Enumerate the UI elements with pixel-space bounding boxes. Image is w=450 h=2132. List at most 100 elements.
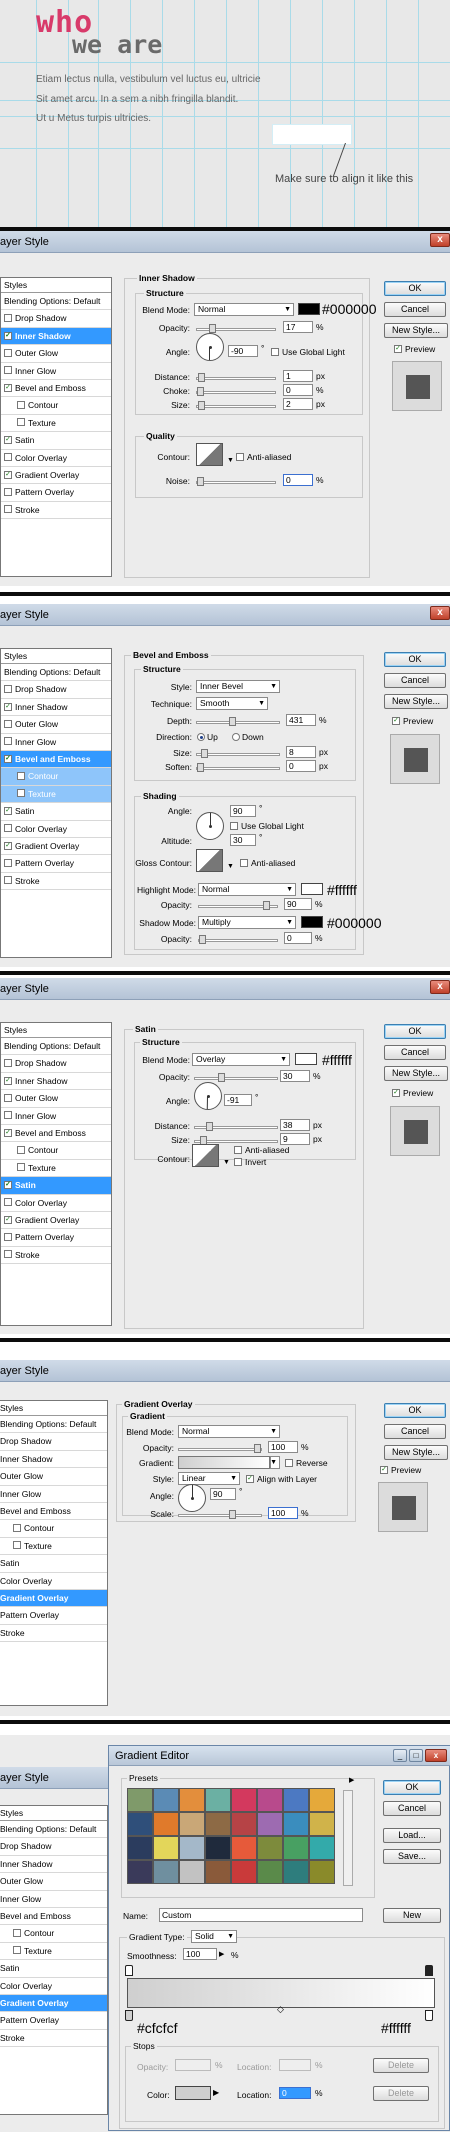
checkbox-unchecked-icon[interactable] [17, 401, 25, 410]
checkbox-checked-icon[interactable]: ✓ [4, 1215, 12, 1224]
depth-slider[interactable] [196, 717, 280, 726]
use-global-light-checkbox[interactable]: Use Global Light [271, 347, 345, 357]
checkbox-unchecked-icon[interactable] [4, 876, 12, 885]
size-slider[interactable] [196, 401, 276, 410]
style-item-gradient-overlay[interactable]: ✓ Gradient Overlay [1, 467, 111, 485]
cancel-button[interactable]: Cancel [384, 673, 446, 688]
color-location-input[interactable]: 0 [279, 2087, 311, 2099]
preset-swatch[interactable] [179, 1788, 205, 1812]
style-item-satin[interactable]: ✓ Satin [1, 1177, 111, 1195]
preset-swatch[interactable] [127, 1860, 153, 1884]
new-style-button[interactable]: New Style... [384, 1445, 448, 1460]
new-style-button[interactable]: New Style... [384, 323, 448, 338]
shadow-opacity-slider[interactable] [198, 935, 278, 944]
gradient-picker-dropdown[interactable]: ▼ [270, 1456, 280, 1469]
preset-swatch[interactable] [127, 1836, 153, 1860]
presets-scrollbar[interactable] [343, 1790, 353, 1886]
presets-grid[interactable] [127, 1788, 335, 1884]
style-item-bevel-and-emboss[interactable]: ✓ Bevel and Emboss [1, 380, 111, 398]
use-global-light-checkbox[interactable]: Use Global Light [230, 821, 304, 831]
preset-swatch[interactable] [283, 1788, 309, 1812]
slider-thumb[interactable] [262, 901, 270, 910]
slider-thumb[interactable] [206, 1122, 214, 1131]
ok-button[interactable]: OK [383, 1780, 441, 1795]
preset-swatch[interactable] [179, 1812, 205, 1836]
gradient-name-input[interactable]: Custom [159, 1908, 363, 1922]
load-button[interactable]: Load... [383, 1828, 441, 1843]
opacity-stop-right[interactable] [425, 1965, 433, 1976]
angle-input[interactable]: 90 [210, 1488, 236, 1500]
checkbox-checked-icon[interactable]: ✓ [4, 702, 12, 711]
checkbox-unchecked-icon[interactable] [4, 1059, 12, 1068]
checkbox-checked-icon[interactable]: ✓ [246, 1474, 254, 1483]
distance-input[interactable]: 38 [280, 1119, 310, 1131]
slider-thumb[interactable] [197, 763, 204, 772]
preset-swatch[interactable] [205, 1836, 231, 1860]
preset-swatch[interactable] [127, 1788, 153, 1812]
style-item-contour[interactable]: Contour [0, 1925, 107, 1943]
size-slider[interactable] [194, 1136, 278, 1145]
preset-swatch[interactable] [231, 1860, 257, 1884]
cancel-button[interactable]: Cancel [383, 1801, 441, 1816]
checkbox-unchecked-icon[interactable] [4, 366, 12, 375]
preset-swatch[interactable] [179, 1836, 205, 1860]
preset-swatch[interactable] [179, 1860, 205, 1884]
noise-input[interactable]: 0 [283, 474, 313, 486]
slider-thumb[interactable] [229, 717, 237, 726]
style-item-contour[interactable]: Contour [1, 1142, 111, 1160]
stop-opacity-input[interactable] [175, 2059, 211, 2071]
preset-swatch[interactable] [257, 1860, 283, 1884]
style-item-color-overlay[interactable]: Color Overlay [1, 1195, 111, 1212]
scale-input[interactable]: 100 [268, 1507, 298, 1519]
radio-selected-icon[interactable] [197, 732, 205, 741]
ok-button[interactable]: OK [384, 1024, 446, 1039]
slider-thumb[interactable] [199, 935, 206, 944]
checkbox-unchecked-icon[interactable] [4, 737, 12, 746]
checkbox-checked-icon[interactable]: ✓ [392, 1088, 400, 1097]
angle-input[interactable]: -90 [228, 345, 258, 357]
color-stop-right[interactable] [425, 2010, 433, 2021]
preview-checkbox[interactable]: ✓ Preview [394, 344, 435, 354]
checkbox-unchecked-icon[interactable] [4, 314, 12, 323]
checkbox-unchecked-icon[interactable] [17, 418, 25, 427]
close-icon[interactable]: x [430, 980, 450, 994]
checkbox-checked-icon[interactable]: ✓ [4, 806, 12, 815]
new-style-button[interactable]: New Style... [384, 694, 448, 709]
style-item-inner-glow[interactable]: Inner Glow [1, 1108, 111, 1125]
angle-input[interactable]: -91 [224, 1094, 252, 1106]
style-item-texture[interactable]: Texture [0, 1538, 107, 1556]
preview-checkbox[interactable]: ✓ Preview [380, 1465, 421, 1475]
checkbox-checked-icon[interactable]: ✓ [4, 841, 12, 850]
opacity-slider[interactable] [194, 1073, 278, 1082]
anti-aliased-checkbox[interactable]: Anti-aliased [234, 1145, 289, 1155]
smoothness-input[interactable]: 100 [183, 1948, 217, 1960]
preset-swatch[interactable] [283, 1836, 309, 1860]
preset-swatch[interactable] [153, 1812, 179, 1836]
checkbox-unchecked-icon[interactable] [4, 859, 12, 868]
style-item-inner-shadow[interactable]: Inner Shadow [0, 1856, 107, 1874]
choke-slider[interactable] [196, 387, 276, 396]
checkbox-unchecked-icon[interactable] [4, 1111, 12, 1120]
highlight-opacity-slider[interactable] [198, 901, 278, 910]
ok-button[interactable]: OK [384, 652, 446, 667]
maximize-icon[interactable]: □ [409, 1749, 423, 1762]
preset-swatch[interactable] [127, 1812, 153, 1836]
checkbox-unchecked-icon[interactable] [4, 824, 12, 833]
delete-color-stop-button[interactable]: Delete [373, 2086, 429, 2101]
preset-swatch[interactable] [309, 1860, 335, 1884]
blend-mode-select[interactable]: Overlay ▼ [192, 1053, 290, 1066]
opacity-location-input[interactable] [279, 2059, 311, 2071]
slider-thumb[interactable] [198, 373, 206, 382]
style-item-inner-shadow[interactable]: ✓ Inner Shadow [1, 1073, 111, 1091]
distance-slider[interactable] [194, 1122, 278, 1131]
noise-slider[interactable] [196, 477, 276, 486]
checkbox-checked-icon[interactable]: ✓ [4, 435, 12, 444]
preset-swatch[interactable] [309, 1812, 335, 1836]
styles-header[interactable]: Styles [1, 1023, 111, 1038]
blending-options-item[interactable]: Blending Options: Default [1, 1038, 111, 1056]
preset-swatch[interactable] [309, 1836, 335, 1860]
color-stop-left[interactable] [125, 2010, 133, 2021]
style-item-bevel-and-emboss[interactable]: Bevel and Emboss [0, 1503, 107, 1521]
chevron-down-icon[interactable]: ▼ [223, 1159, 230, 1166]
style-item-pattern-overlay[interactable]: Pattern Overlay [0, 1607, 107, 1625]
